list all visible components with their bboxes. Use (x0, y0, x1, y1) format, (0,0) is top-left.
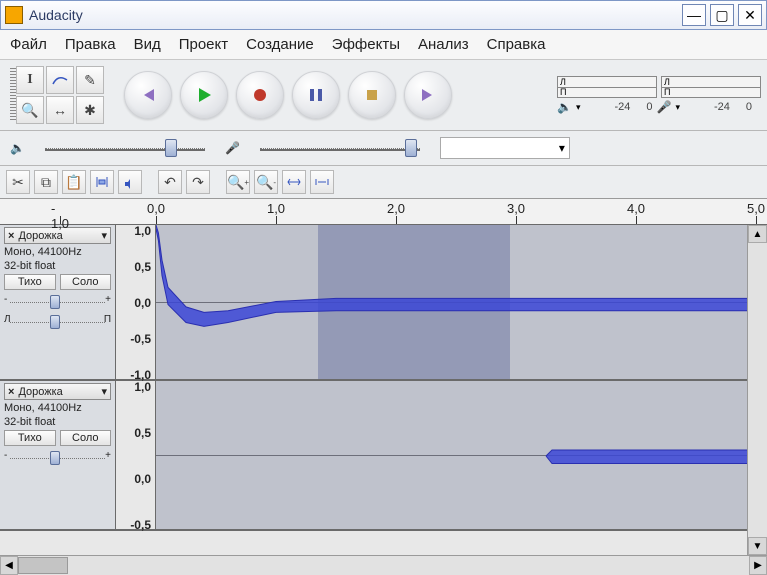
mute-button[interactable]: Тихо (4, 274, 56, 290)
menu-edit[interactable]: Правка (65, 36, 116, 53)
track-format: Моно, 44100Hz (4, 246, 111, 258)
close-button[interactable]: ✕ (738, 4, 762, 26)
waveform-canvas[interactable] (156, 225, 747, 379)
chevron-down-icon: ▾ (101, 229, 107, 242)
track-bitdepth: 32-bit float (4, 416, 111, 428)
track-header: × Дорожка ▾ Моно, 44100Hz 32-bit float Т… (0, 225, 116, 379)
menu-analyze[interactable]: Анализ (418, 36, 469, 53)
close-track-icon[interactable]: × (8, 386, 14, 398)
track-name: Дорожка (18, 386, 62, 398)
copy-icon[interactable]: ⧉ (34, 170, 58, 194)
mic-icon: 🎤 (657, 100, 672, 114)
menubar: Файл Правка Вид Проект Создание Эффекты … (0, 30, 767, 60)
horizontal-scrollbar[interactable]: ◀ ▶ (0, 555, 767, 575)
redo-icon[interactable]: ↷ (186, 170, 210, 194)
toolbar-edit: ✂ ⧉ 📋 ↶ ↷ 🔍+ 🔍- (0, 166, 767, 199)
input-meter[interactable]: Л П (661, 76, 761, 98)
skip-end-button[interactable] (404, 71, 452, 119)
multi-tool-icon[interactable]: ✱ (76, 96, 104, 124)
track-menu-button[interactable]: × Дорожка ▾ (4, 383, 111, 400)
window-title: Audacity (29, 7, 678, 23)
output-volume-icon: 🔈 (10, 141, 25, 155)
device-select[interactable]: ▾ (440, 137, 570, 159)
zoom-fit-selection-icon[interactable] (282, 170, 306, 194)
menu-generate[interactable]: Создание (246, 36, 314, 53)
cut-icon[interactable]: ✂ (6, 170, 30, 194)
scroll-down-icon[interactable]: ▼ (748, 537, 767, 555)
envelope-tool-icon[interactable] (46, 66, 74, 94)
solo-button[interactable]: Соло (60, 430, 112, 446)
stop-button[interactable] (348, 71, 396, 119)
track-bitdepth: 32-bit float (4, 260, 111, 272)
gain-slider[interactable]: - + (4, 450, 111, 466)
track-header: × Дорожка ▾ Моно, 44100Hz 32-bit float Т… (0, 381, 116, 529)
silence-icon[interactable] (118, 170, 142, 194)
toolbar-mixer: 🔈 🎤 ▾ (0, 131, 767, 166)
minimize-button[interactable]: — (682, 4, 706, 26)
menu-help[interactable]: Справка (487, 36, 546, 53)
vertical-scrollbar[interactable]: ▲ ▼ (747, 225, 767, 555)
zoom-tool-icon[interactable]: 🔍 (16, 96, 44, 124)
track-format: Моно, 44100Hz (4, 402, 111, 414)
skip-start-button[interactable] (124, 71, 172, 119)
chevron-down-icon: ▾ (559, 141, 565, 155)
menu-file[interactable]: Файл (10, 36, 47, 53)
zoom-out-icon[interactable]: 🔍- (254, 170, 278, 194)
scroll-left-icon[interactable]: ◀ (0, 556, 18, 575)
trim-icon[interactable] (90, 170, 114, 194)
zoom-in-icon[interactable]: 🔍+ (226, 170, 250, 194)
mute-button[interactable]: Тихо (4, 430, 56, 446)
gain-slider[interactable]: - + (4, 294, 111, 310)
track-row: × Дорожка ▾ Моно, 44100Hz 32-bit float Т… (0, 381, 747, 531)
tracks-area: × Дорожка ▾ Моно, 44100Hz 32-bit float Т… (0, 225, 767, 555)
meters: Л П Л П 🔈 ▾ -24 0 🎤 ▾ -24 0 (557, 76, 761, 114)
menu-effects[interactable]: Эффекты (332, 36, 400, 53)
draw-tool-icon[interactable]: ✎ (76, 66, 104, 94)
meter-scale-label: -24 (714, 101, 730, 113)
titlebar: Audacity — ▢ ✕ (0, 0, 767, 30)
meter-scale-label: 0 (746, 101, 752, 113)
meter-scale-label: -24 (614, 101, 630, 113)
record-button[interactable] (236, 71, 284, 119)
input-volume-slider[interactable] (260, 143, 420, 153)
paste-icon[interactable]: 📋 (62, 170, 86, 194)
selection-tool-icon[interactable]: I (16, 66, 44, 94)
solo-button[interactable]: Соло (60, 274, 112, 290)
track-name: Дорожка (18, 230, 62, 242)
menu-project[interactable]: Проект (179, 36, 228, 53)
close-track-icon[interactable]: × (8, 230, 14, 242)
timeshift-tool-icon[interactable]: ↔ (46, 96, 74, 124)
input-volume-icon: 🎤 (225, 141, 240, 155)
output-volume-slider[interactable] (45, 143, 205, 153)
meter-scale-label: 0 (646, 101, 652, 113)
output-meter[interactable]: Л П (557, 76, 657, 98)
chevron-down-icon: ▾ (101, 385, 107, 398)
pause-button[interactable] (292, 71, 340, 119)
pan-slider[interactable]: Л П (4, 314, 111, 330)
track-row: × Дорожка ▾ Моно, 44100Hz 32-bit float Т… (0, 225, 747, 381)
waveform-canvas[interactable] (156, 381, 747, 529)
undo-icon[interactable]: ↶ (158, 170, 182, 194)
menu-view[interactable]: Вид (134, 36, 161, 53)
timeline-ruler[interactable]: - 1,00,01,02,03,04,05,0 (0, 199, 767, 225)
maximize-button[interactable]: ▢ (710, 4, 734, 26)
scroll-up-icon[interactable]: ▲ (748, 225, 767, 243)
scroll-right-icon[interactable]: ▶ (749, 556, 767, 575)
toolbar-main: I ✎ 🔍 ↔ ✱ Л П Л П � (0, 60, 767, 131)
amplitude-scale: 1,00,50,0-0,5-1,0 (116, 225, 156, 379)
app-icon (5, 6, 23, 24)
speaker-icon: 🔈 (557, 100, 572, 114)
play-button[interactable] (180, 71, 228, 119)
amplitude-scale: 1,00,50,0-0,5 (116, 381, 156, 529)
zoom-fit-project-icon[interactable] (310, 170, 334, 194)
